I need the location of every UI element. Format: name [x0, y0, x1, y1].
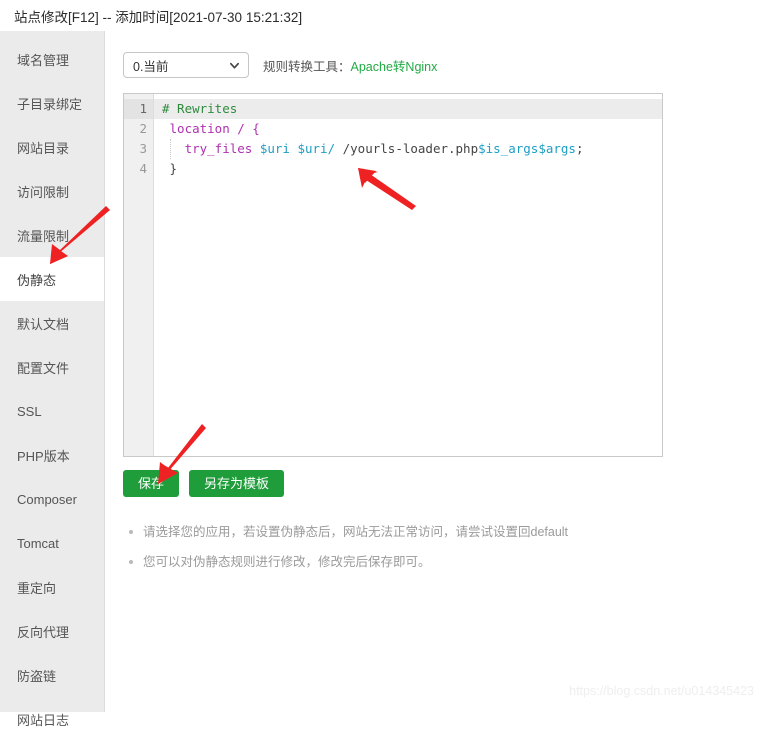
sidebar-item-label: 重定向 — [17, 580, 57, 596]
sidebar-item-label: 网站目录 — [17, 140, 70, 156]
code-token-var: $is_args$args — [478, 141, 576, 156]
sidebar-item-label: 流量限制 — [17, 228, 70, 244]
converter-label: 规则转换工具： — [263, 59, 351, 74]
sidebar-item-tomcat[interactable]: Tomcat — [0, 521, 104, 565]
apache-to-nginx-link[interactable]: Apache转Nginx — [351, 56, 438, 75]
chevron-down-icon — [229, 60, 240, 71]
main-content: 0.当前 规则转换工具： Apache转Nginx 1 2 3 4 # Rewrite… — [105, 31, 768, 712]
sidebar-item-composer[interactable]: Composer — [0, 477, 104, 521]
sidebar-item-label: Composer — [17, 491, 77, 507]
editor-line-numbers: 1 2 3 4 — [124, 94, 154, 456]
sidebar-item-redirect[interactable]: 重定向 — [0, 565, 104, 609]
code-token-keyword: try_files — [162, 141, 260, 156]
sidebar-item-label: 防盗链 — [17, 668, 57, 684]
code-line[interactable]: } — [154, 159, 662, 179]
watermark: https://blog.csdn.net/u014345423 — [569, 684, 754, 698]
sidebar-item-hotlink-protection[interactable]: 防盗链 — [0, 653, 104, 697]
rewrite-rule-select[interactable]: 0.当前 — [123, 52, 249, 78]
sidebar-item-label: 域名管理 — [17, 52, 70, 68]
sidebar-item-php-version[interactable]: PHP版本 — [0, 433, 104, 477]
sidebar-item-traffic-limit[interactable]: 流量限制 — [0, 213, 104, 257]
editor-code-area[interactable]: # Rewrites location / { try_files $uri $… — [154, 94, 662, 456]
code-line[interactable]: location / { — [154, 119, 662, 139]
editor-actions: 保存 另存为模板 — [123, 470, 768, 497]
window-titlebar: 站点修改[F12] -- 添加时间[2021-07-30 15:21:32] — [0, 0, 768, 31]
line-number: 3 — [139, 141, 147, 156]
sidebar-item-subdirectory-binding[interactable]: 子目录绑定 — [0, 81, 104, 125]
rewrite-code-editor[interactable]: 1 2 3 4 # Rewrites location / { try_files $… — [123, 93, 663, 457]
code-token-comment: # Rewrites — [162, 101, 238, 116]
sidebar-item-website-directory[interactable]: 网站目录 — [0, 125, 104, 169]
sidebar-item-label: 访问限制 — [17, 184, 70, 200]
sidebar-item-label: 伪静态 — [17, 272, 57, 288]
rewrite-rule-select-value: 0.当前 — [133, 59, 169, 74]
hint-list: 请选择您的应用，若设置伪静态后，网站无法正常访问，请尝试设置回default 您可… — [127, 517, 768, 577]
sidebar-item-website-log[interactable]: 网站日志 — [0, 697, 104, 741]
toolbar: 0.当前 规则转换工具： Apache转Nginx — [123, 51, 768, 79]
code-token-keyword: location / { — [162, 121, 260, 136]
sidebar-item-config-file[interactable]: 配置文件 — [0, 345, 104, 389]
sidebar-item-label: PHP版本 — [17, 448, 70, 464]
code-token-var: $uri $uri/ — [259, 141, 336, 156]
sidebar-item-label: 默认文档 — [17, 316, 70, 332]
code-token-plain: /yourls-loader.php — [335, 141, 479, 156]
save-button[interactable]: 保存 — [123, 470, 180, 497]
line-number: 2 — [139, 121, 147, 136]
code-line[interactable]: # Rewrites — [154, 99, 662, 119]
line-number: 4 — [139, 161, 147, 176]
sidebar-item-label: SSL — [17, 403, 42, 419]
sidebar-item-label: 配置文件 — [17, 360, 70, 376]
sidebar-item-label: 网站日志 — [17, 712, 70, 728]
code-token-plain: ; — [575, 141, 584, 156]
code-token-plain: } — [162, 161, 178, 176]
sidebar-item-label: Tomcat — [17, 535, 59, 551]
sidebar-item-label: 反向代理 — [17, 624, 70, 640]
page-body: 域名管理子目录绑定网站目录访问限制流量限制伪静态默认文档配置文件 SSL PHP版本… — [0, 31, 768, 728]
sidebar-item-label: 子目录绑定 — [17, 96, 83, 112]
code-line[interactable]: try_files $uri $uri/ /yourls-loader.php$… — [154, 139, 662, 159]
hint-item: 您可以对伪静态规则进行修改，修改完后保存即可。 — [127, 547, 768, 577]
sidebar-item-domain-management[interactable]: 域名管理 — [0, 37, 104, 81]
sidebar-item-ssl[interactable]: SSL — [0, 389, 104, 433]
sidebar-item-rewrite[interactable]: 伪静态 — [0, 257, 104, 301]
window-title: 站点修改[F12] -- 添加时间[2021-07-30 15:21:32] — [14, 9, 303, 25]
sidebar-nav: 域名管理子目录绑定网站目录访问限制流量限制伪静态默认文档配置文件 SSL PHP版本… — [0, 31, 105, 728]
sidebar-item-default-document[interactable]: 默认文档 — [0, 301, 104, 345]
hint-item: 请选择您的应用，若设置伪静态后，网站无法正常访问，请尝试设置回default — [127, 517, 768, 547]
sidebar-item-reverse-proxy[interactable]: 反向代理 — [0, 609, 104, 653]
save-as-template-button[interactable]: 另存为模板 — [189, 470, 285, 497]
indent-guide — [170, 139, 172, 159]
sidebar-item-access-restriction[interactable]: 访问限制 — [0, 169, 104, 213]
line-number: 1 — [124, 99, 153, 119]
